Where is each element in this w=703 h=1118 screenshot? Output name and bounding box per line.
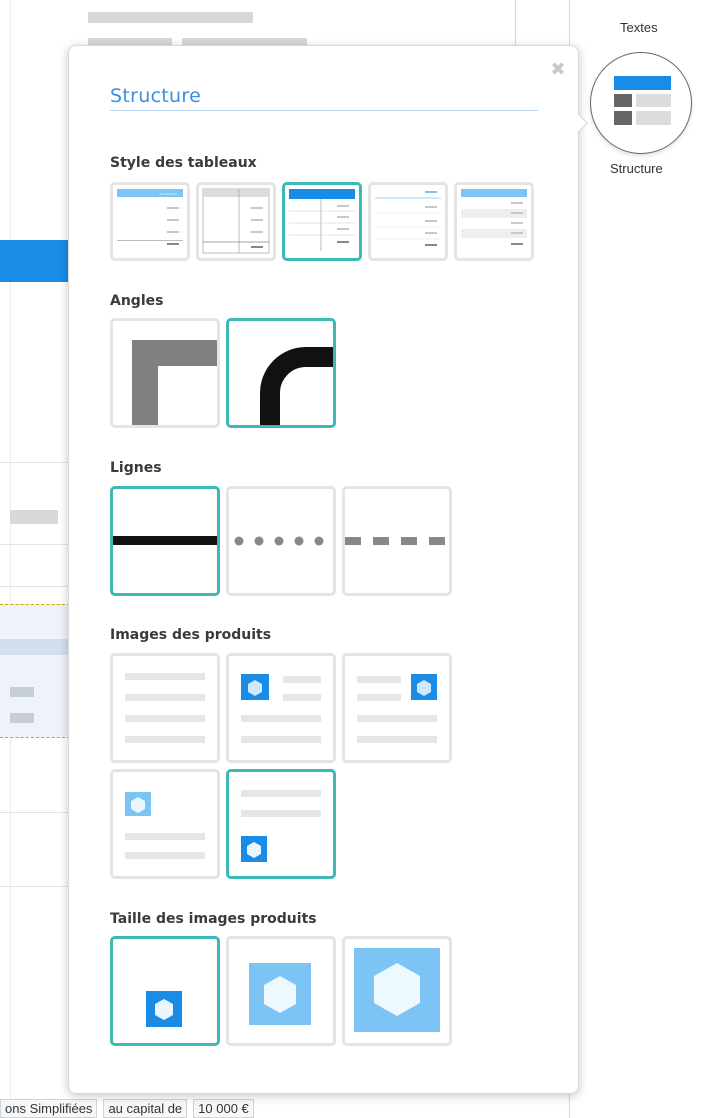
placeholder-bar <box>10 687 34 697</box>
row-divider <box>0 462 70 463</box>
active-block-indicator[interactable] <box>0 240 70 282</box>
image-size-medium-option[interactable] <box>226 936 336 1046</box>
medium-product-icon <box>249 963 311 1025</box>
table-style-option-3[interactable] <box>282 182 362 261</box>
table-style-option-2[interactable] <box>196 182 276 261</box>
column-divider <box>10 0 11 1118</box>
placeholder-bar <box>10 510 58 524</box>
table-thumb-header: Montant HT <box>160 192 178 196</box>
image-size-large-option[interactable] <box>342 936 452 1046</box>
legal-form-field[interactable]: ons Simplifiées <box>0 1098 98 1118</box>
angles-label: Angles <box>110 293 164 309</box>
image-size-label: Taille des images produits <box>110 911 317 927</box>
close-icon[interactable]: ✖ <box>548 60 568 80</box>
placeholder-bar <box>10 713 34 723</box>
rounded-corner-icon <box>260 347 333 425</box>
structure-tool-label[interactable]: Structure <box>610 161 663 176</box>
table-style-option-1[interactable]: Montant HT <box>110 182 190 261</box>
placeholder-bar <box>0 639 70 655</box>
product-image-left-option[interactable] <box>226 653 336 763</box>
large-product-icon <box>354 948 440 1032</box>
lines-label: Lignes <box>110 460 162 476</box>
line-solid-option[interactable] <box>110 486 220 596</box>
row-divider <box>0 544 70 545</box>
product-image-right-option[interactable] <box>342 653 452 763</box>
placeholder-bar <box>88 12 253 23</box>
row-divider <box>0 586 70 587</box>
row-divider <box>0 886 70 887</box>
capital-label: au capital de <box>103 1098 188 1118</box>
legal-footer: ons Simplifiées au capital de 10 000 € <box>0 1098 254 1118</box>
structure-tool-button[interactable] <box>590 52 692 154</box>
dotted-line-icon <box>234 536 324 546</box>
textes-tool-label[interactable]: Textes <box>620 20 658 35</box>
table-style-option-5[interactable] <box>454 182 534 261</box>
product-image-bottom-left-option[interactable] <box>226 769 336 879</box>
column-divider <box>515 0 516 50</box>
solid-line-icon <box>113 536 217 545</box>
line-dotted-option[interactable] <box>226 486 336 596</box>
product-image-none-option[interactable] <box>110 653 220 763</box>
table-style-option-4[interactable] <box>368 182 448 261</box>
image-size-small-option[interactable] <box>110 936 220 1046</box>
product-images-label: Images des produits <box>110 627 272 643</box>
product-image-top-left-option[interactable] <box>110 769 220 879</box>
line-dashed-option[interactable] <box>342 486 452 596</box>
selected-document-block[interactable] <box>0 604 70 738</box>
angle-square-option[interactable] <box>110 318 220 428</box>
angle-rounded-option[interactable] <box>226 318 336 428</box>
capital-amount-field[interactable]: 10 000 € <box>193 1098 254 1118</box>
small-product-icon <box>146 991 182 1027</box>
title-underline <box>110 110 538 111</box>
popover-title: Structure <box>110 85 202 107</box>
dashed-line-icon <box>345 537 445 545</box>
row-divider <box>0 812 70 813</box>
structure-icon <box>614 76 671 125</box>
table-style-label: Style des tableaux <box>110 155 257 171</box>
square-corner-icon <box>132 340 217 425</box>
